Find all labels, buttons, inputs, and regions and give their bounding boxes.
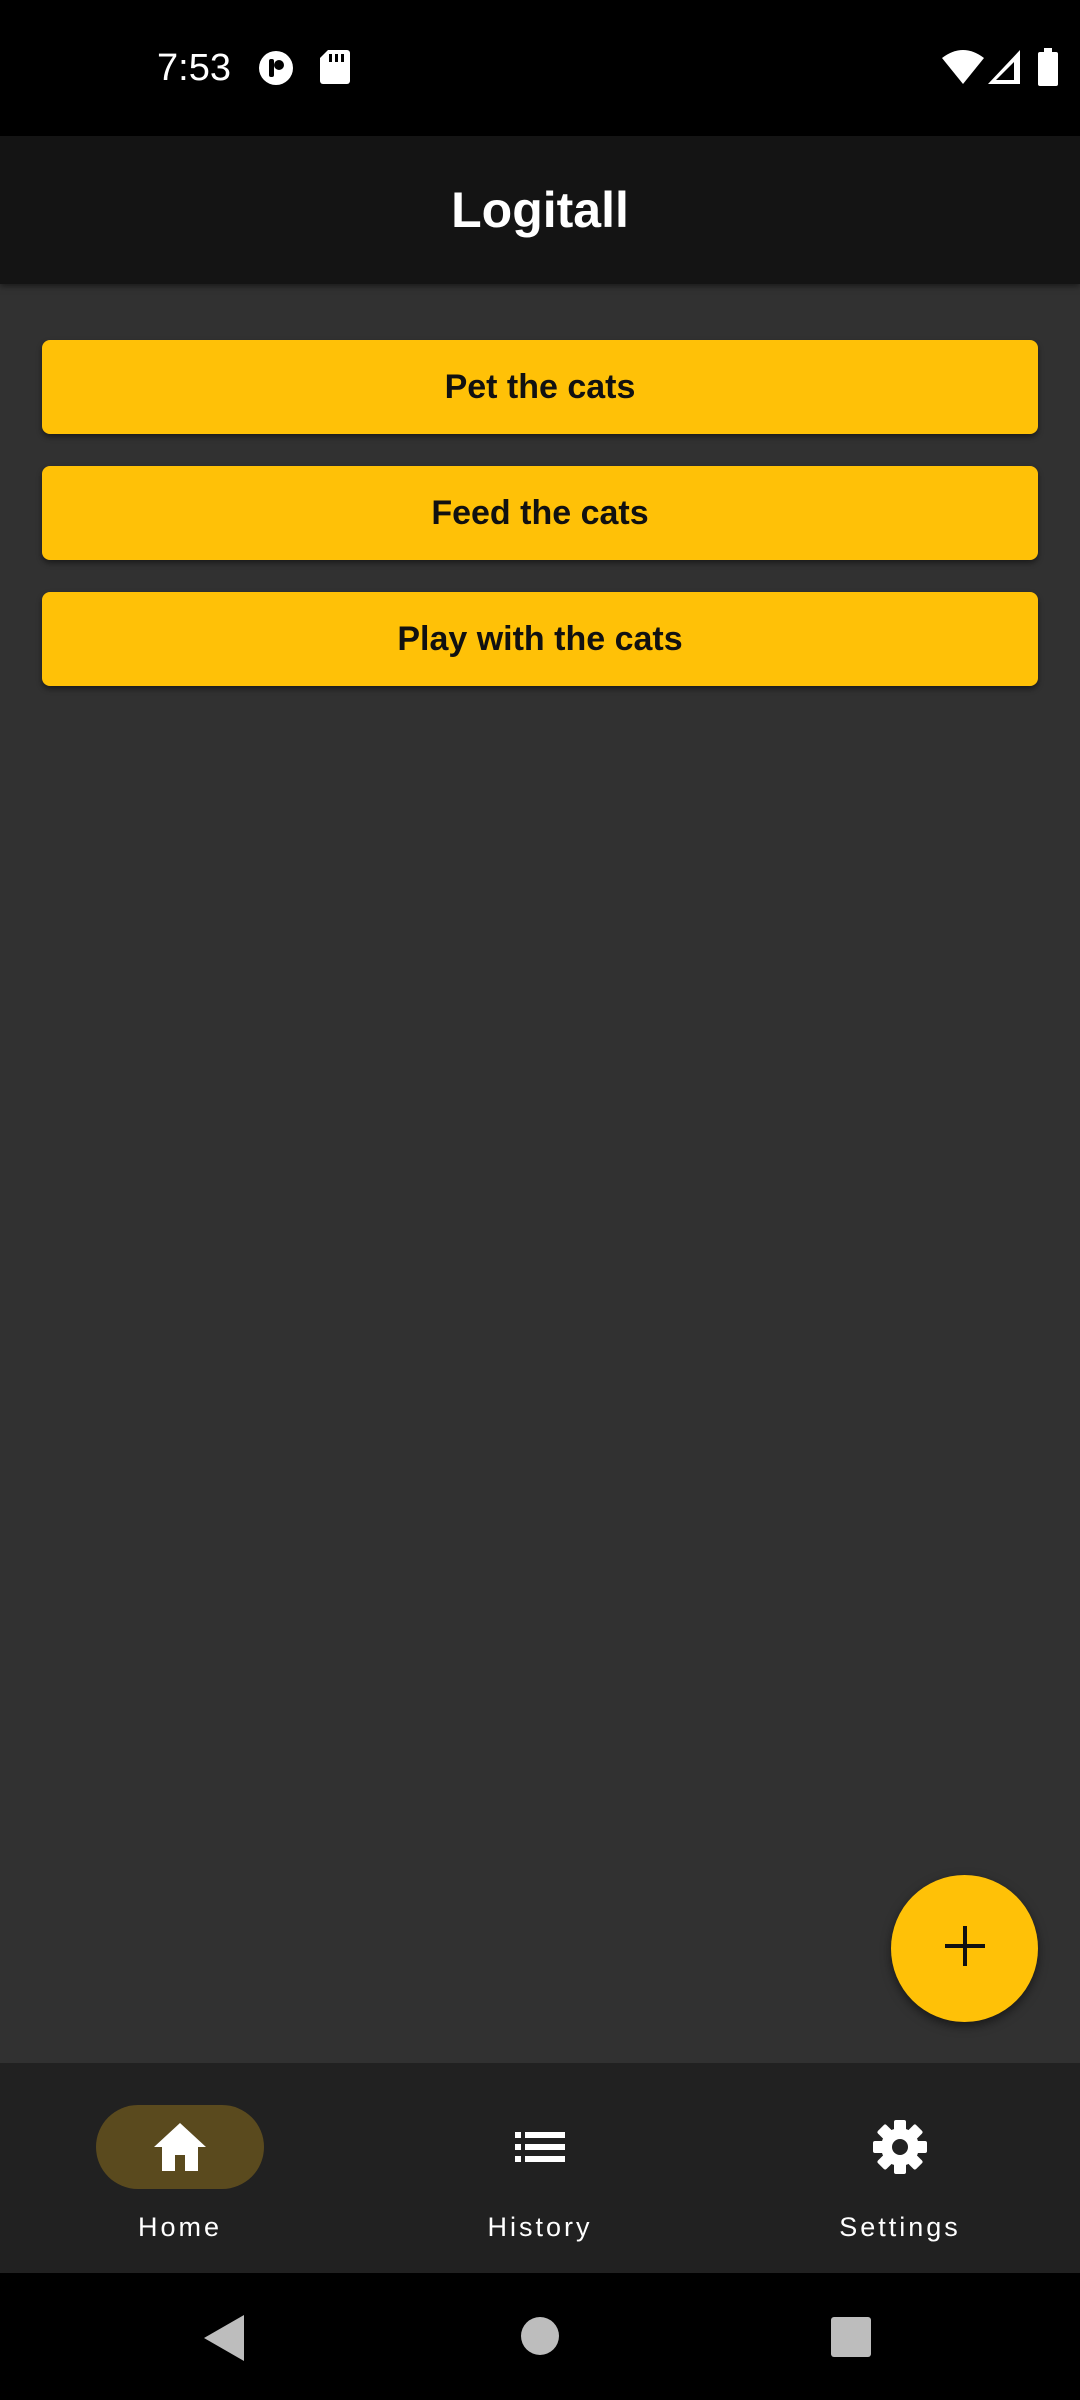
task-button-pet-the-cats[interactable]: Pet the cats bbox=[42, 340, 1038, 434]
cell-signal-icon bbox=[988, 50, 1020, 89]
plus-icon bbox=[943, 1924, 987, 1973]
status-bar: 7:53 bbox=[0, 0, 1080, 136]
gear-icon bbox=[870, 2117, 930, 2177]
bottom-navigation: Home History Settings bbox=[0, 2063, 1080, 2273]
list-icon bbox=[510, 2117, 570, 2177]
app-screen: 7:53 Logitall Pet the cats Feed the cats… bbox=[0, 0, 1080, 2400]
add-task-fab[interactable] bbox=[891, 1875, 1038, 2022]
system-navigation-bar bbox=[0, 2273, 1080, 2400]
nav-label-settings: Settings bbox=[839, 2212, 961, 2242]
wifi-icon bbox=[942, 50, 984, 89]
battery-icon bbox=[1038, 48, 1058, 91]
app-bar: Logitall bbox=[0, 136, 1080, 284]
nav-label-history: History bbox=[487, 2212, 593, 2242]
recents-icon[interactable] bbox=[831, 2317, 871, 2362]
task-list: Pet the cats Feed the cats Play with the… bbox=[42, 340, 1038, 718]
data-saver-icon bbox=[258, 50, 294, 91]
nav-item-history[interactable]: History bbox=[360, 2063, 720, 2273]
back-icon[interactable] bbox=[204, 2315, 244, 2366]
nav-item-home[interactable]: Home bbox=[0, 2063, 360, 2273]
sd-card-icon bbox=[320, 50, 350, 89]
nav-item-settings[interactable]: Settings bbox=[720, 2063, 1080, 2273]
status-time: 7:53 bbox=[157, 47, 231, 89]
nav-label-home: Home bbox=[137, 2212, 223, 2242]
task-button-play-with-the-cats[interactable]: Play with the cats bbox=[42, 592, 1038, 686]
task-button-feed-the-cats[interactable]: Feed the cats bbox=[42, 466, 1038, 560]
home-circle-icon[interactable] bbox=[521, 2317, 559, 2360]
app-title: Logitall bbox=[451, 182, 629, 238]
home-icon bbox=[150, 2117, 210, 2177]
